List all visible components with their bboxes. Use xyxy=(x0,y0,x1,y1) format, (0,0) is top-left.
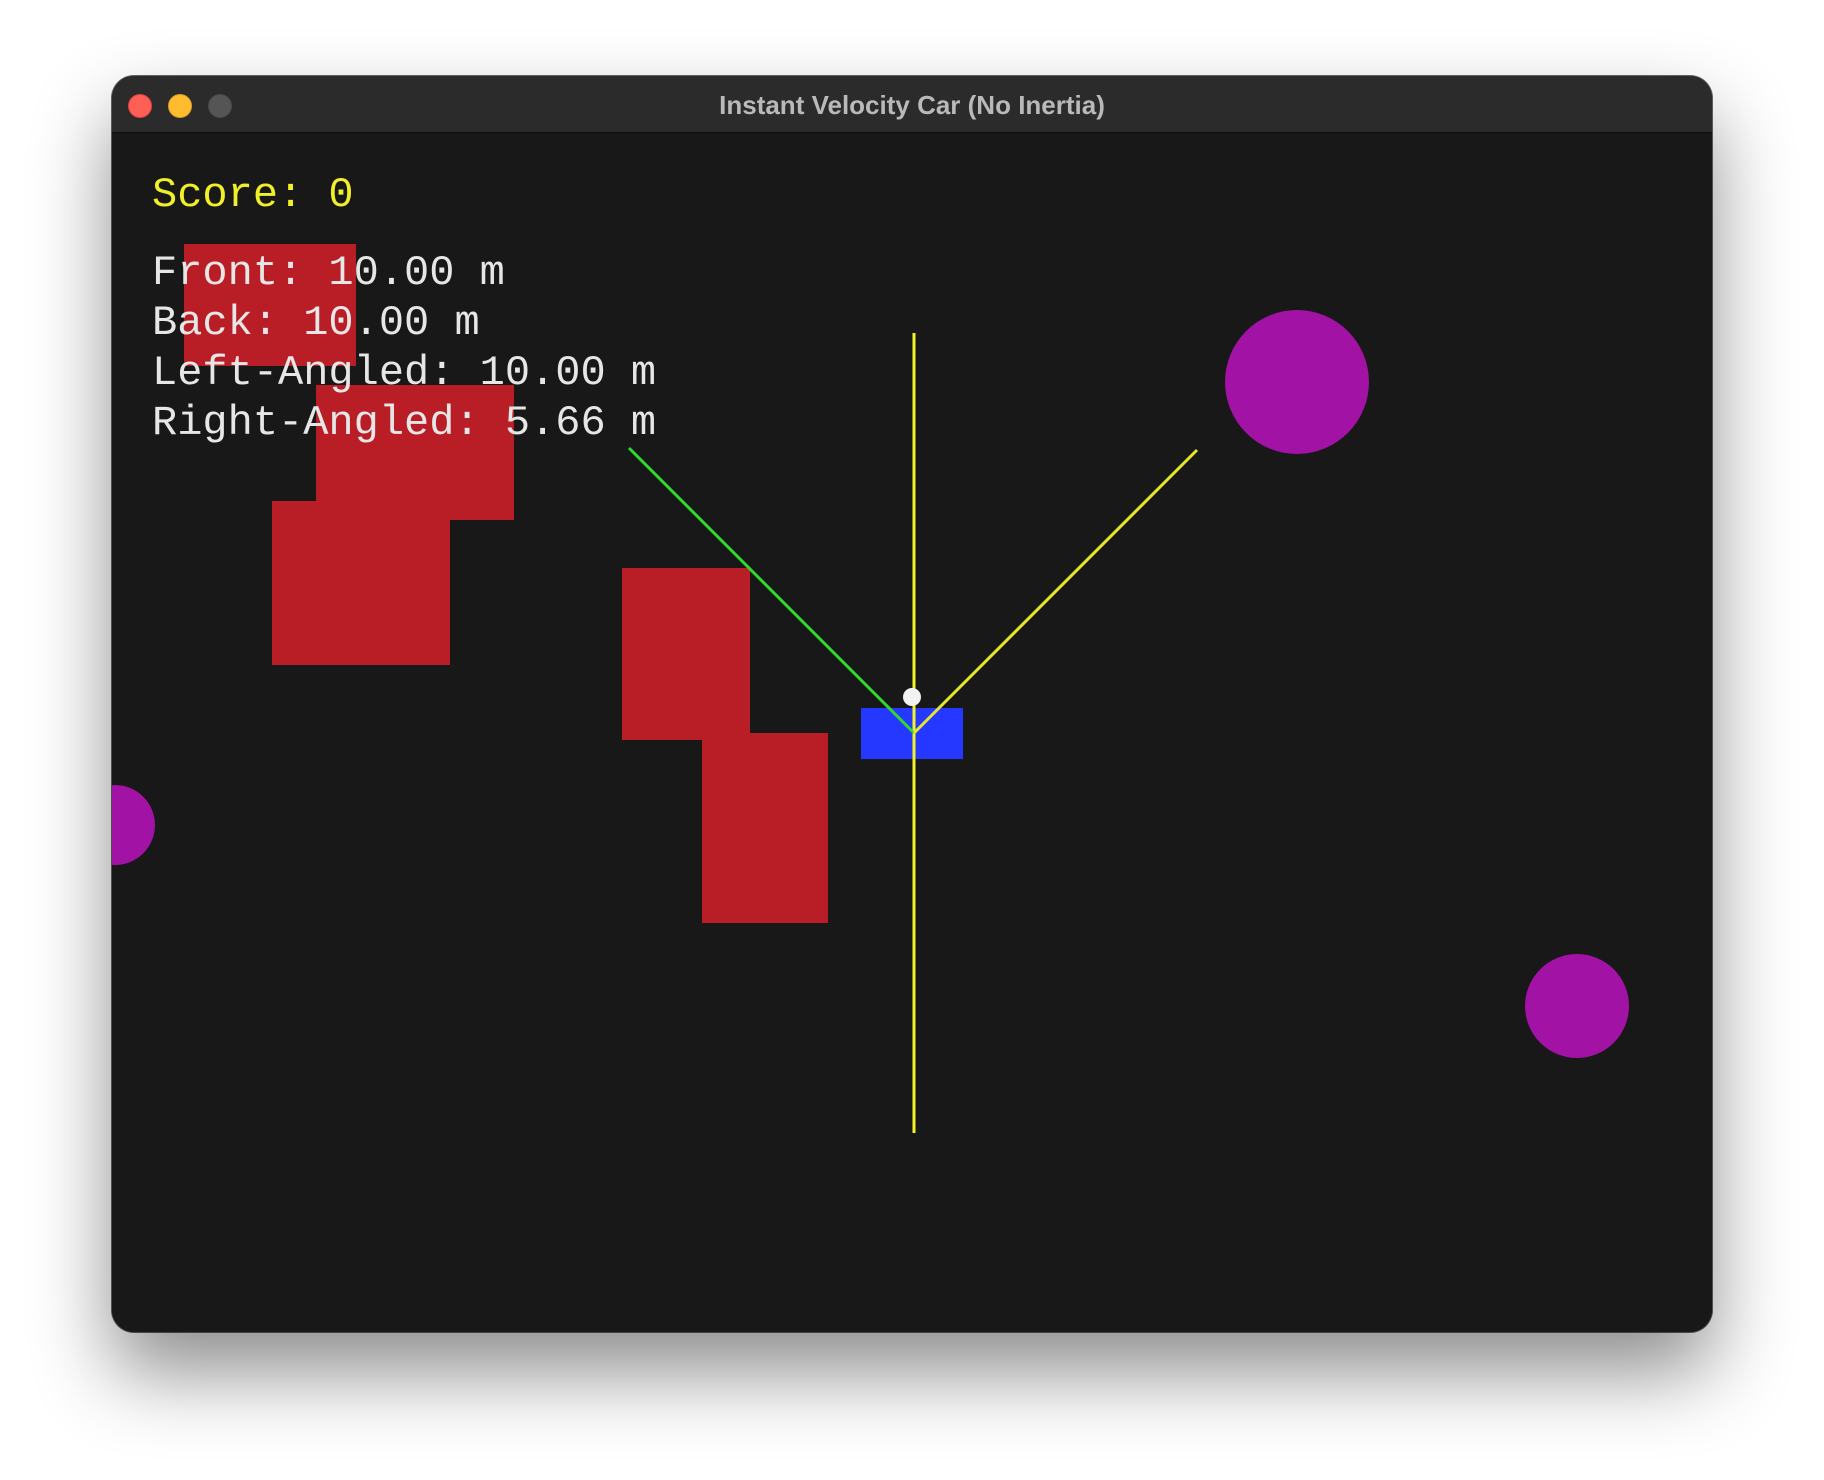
car xyxy=(861,708,963,759)
title-bar[interactable]: Instant Velocity Car (No Inertia) xyxy=(112,76,1712,133)
obstacle-block xyxy=(702,733,828,923)
right-angled-distance-text: Right-Angled: 5.66 m xyxy=(152,399,657,447)
front-distance-text: Front: 10.00 m xyxy=(152,249,505,297)
obstacle-block xyxy=(622,568,750,740)
back-distance-text: Back: 10.00 m xyxy=(152,299,480,347)
car-heading-marker xyxy=(903,688,921,706)
window-title: Instant Velocity Car (No Inertia) xyxy=(719,90,1105,120)
target-circle xyxy=(1525,954,1629,1058)
left-angled-distance-text: Left-Angled: 10.00 m xyxy=(152,349,657,397)
obstacle-block xyxy=(272,501,450,665)
right-angled-sensor-ray xyxy=(912,448,1199,735)
game-window: Instant Velocity Car (No Inertia) Score: xyxy=(112,76,1712,1332)
target-circle xyxy=(112,785,155,865)
score-text: Score: 0 xyxy=(152,171,354,219)
target-circle xyxy=(1225,310,1369,454)
